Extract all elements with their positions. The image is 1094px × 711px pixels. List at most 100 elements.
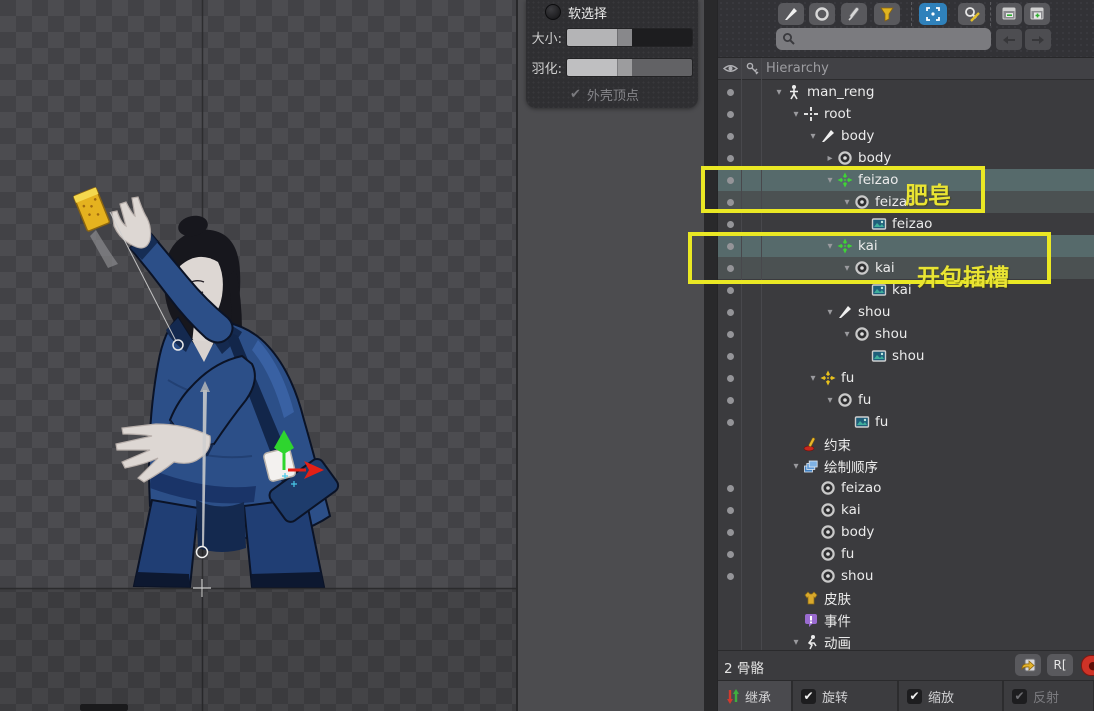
circle-select-tool-button[interactable] bbox=[809, 3, 835, 25]
checkbox[interactable]: ✔ bbox=[801, 689, 816, 704]
expand-arrow[interactable]: ▾ bbox=[823, 395, 837, 406]
feather-label: 羽化: bbox=[526, 58, 562, 77]
column-separator bbox=[761, 58, 762, 650]
below-ground-shade bbox=[0, 589, 518, 711]
inherit-option-2[interactable]: ✔缩放 bbox=[899, 681, 1004, 711]
tree-row-约束[interactable]: 约束 bbox=[718, 433, 1094, 455]
export-icon bbox=[1020, 657, 1037, 673]
tree-row-label: kai bbox=[875, 260, 895, 276]
tree-row-kai[interactable]: ▾kai bbox=[718, 235, 1094, 257]
expand-arrow[interactable]: ▸ bbox=[823, 153, 837, 164]
tree-row-label: 动画 bbox=[824, 632, 851, 650]
image-icon bbox=[871, 282, 887, 298]
tree-row-feizao[interactable]: ▾feizao bbox=[718, 169, 1094, 191]
filter-tool-button[interactable] bbox=[874, 3, 900, 25]
tree-row-皮肤[interactable]: 皮肤 bbox=[718, 587, 1094, 609]
weights-tool-button[interactable] bbox=[778, 3, 804, 25]
tree-row-fu[interactable]: fu bbox=[718, 543, 1094, 565]
expand-arrow[interactable]: ▾ bbox=[823, 307, 837, 318]
hierarchy-title: Hierarchy bbox=[766, 61, 829, 76]
tree-row-label: fu bbox=[841, 370, 854, 386]
tree-row-label: shou bbox=[841, 568, 873, 584]
expand-arrow[interactable]: ▾ bbox=[840, 329, 854, 340]
tree-row-label: 约束 bbox=[824, 434, 851, 454]
tool-options-area: 软选择 大小: 羽化: ✔ 外壳顶点 bbox=[518, 0, 704, 711]
tree-row-绘制顺序[interactable]: ▾绘制顺序 bbox=[718, 455, 1094, 477]
expand-arrow[interactable]: ▾ bbox=[772, 87, 786, 98]
tree-row-事件[interactable]: 事件 bbox=[718, 609, 1094, 631]
tree-row-feizao[interactable]: feizao bbox=[718, 213, 1094, 235]
slot-icon bbox=[854, 326, 870, 342]
toolbar-separator bbox=[911, 2, 912, 26]
soap-attachment[interactable] bbox=[263, 447, 296, 482]
expand-arrow[interactable]: ▾ bbox=[789, 109, 803, 120]
collapse-all-button[interactable] bbox=[996, 3, 1022, 25]
skeleton-icon bbox=[786, 84, 802, 100]
expand-arrow[interactable]: ▾ bbox=[789, 461, 803, 472]
tree-row-fu[interactable]: ▾ fu bbox=[718, 367, 1094, 389]
center-selection-button[interactable] bbox=[919, 3, 947, 25]
nav-forward-button[interactable] bbox=[1025, 29, 1051, 50]
bone-icon bbox=[837, 304, 853, 320]
tree-row-fu[interactable]: fu bbox=[718, 411, 1094, 433]
tree-row-kai[interactable]: kai bbox=[718, 279, 1094, 301]
pin-tool-button[interactable] bbox=[841, 3, 867, 25]
expand-arrow[interactable]: ▾ bbox=[789, 637, 803, 648]
bone-point-green-icon bbox=[837, 238, 853, 254]
export-button[interactable] bbox=[1015, 654, 1041, 676]
size-slider[interactable] bbox=[566, 28, 693, 47]
tree-row-label: feizao bbox=[841, 480, 881, 496]
tree-row-body[interactable]: ▾ body bbox=[718, 125, 1094, 147]
tree-row-feizao[interactable]: feizao bbox=[718, 477, 1094, 499]
tree-row-feizao[interactable]: ▾ feizao bbox=[718, 191, 1094, 213]
inherit-menu-button[interactable]: 继承 bbox=[718, 681, 793, 711]
expand-arrow[interactable]: ▾ bbox=[806, 131, 820, 142]
expand-arrow[interactable]: ▾ bbox=[823, 175, 837, 186]
hull-vertices-checkbox[interactable]: ✔ bbox=[570, 87, 581, 102]
soft-select-toggle[interactable] bbox=[545, 4, 561, 20]
expand-arrow[interactable]: ▾ bbox=[840, 197, 854, 208]
tree-row-shou[interactable]: ▾shou bbox=[718, 301, 1094, 323]
checkbox[interactable]: ✔ bbox=[907, 689, 922, 704]
tree-row-label: feizao bbox=[875, 194, 915, 210]
tree-row-kai[interactable]: ▾ kai bbox=[718, 257, 1094, 279]
slot-icon bbox=[820, 502, 836, 518]
rename-button[interactable]: R[ bbox=[1047, 654, 1073, 676]
tree-row-fu[interactable]: ▾fu bbox=[718, 389, 1094, 411]
expand-arrow[interactable]: ▾ bbox=[806, 373, 820, 384]
tree-row-shou[interactable]: shou bbox=[718, 565, 1094, 587]
slot-icon bbox=[820, 524, 836, 540]
size-slider-handle[interactable] bbox=[617, 29, 632, 46]
lock-column-key-icon[interactable] bbox=[746, 62, 759, 76]
column-separator bbox=[741, 58, 742, 650]
search-input[interactable] bbox=[776, 28, 991, 50]
soft-select-panel: 软选择 大小: 羽化: ✔ 外壳顶点 bbox=[526, 0, 698, 108]
hierarchy-tree: ▾man_reng▾root▾body▸body▾feizao▾feizaofe… bbox=[718, 81, 1094, 650]
tree-row-body[interactable]: body bbox=[718, 521, 1094, 543]
tree-row-动画[interactable]: ▾ 动画 bbox=[718, 631, 1094, 650]
constraint-icon bbox=[803, 436, 819, 452]
checkbox: ✔ bbox=[1012, 689, 1027, 704]
find-edit-button[interactable] bbox=[958, 3, 985, 25]
inherit-option-1[interactable]: ✔旋转 bbox=[793, 681, 899, 711]
tree-row-root[interactable]: ▾root bbox=[718, 103, 1094, 125]
window-plus-icon bbox=[1028, 5, 1046, 23]
feather-slider-handle[interactable] bbox=[617, 59, 632, 76]
hierarchy-toolbar bbox=[718, 0, 1094, 58]
viewport-canvas[interactable] bbox=[0, 0, 518, 711]
record-button[interactable]: ● bbox=[1081, 655, 1094, 676]
nav-back-button[interactable] bbox=[996, 29, 1022, 50]
hierarchy-header: Hierarchy bbox=[718, 58, 1094, 80]
expand-arrow[interactable]: ▾ bbox=[840, 263, 854, 274]
tree-row-body[interactable]: ▸ body bbox=[718, 147, 1094, 169]
tree-row-label: body bbox=[858, 150, 891, 166]
tree-row-shou[interactable]: shou bbox=[718, 345, 1094, 367]
expand-all-button[interactable] bbox=[1024, 3, 1050, 25]
tree-row-label: body bbox=[841, 128, 874, 144]
tree-row-shou[interactable]: ▾shou bbox=[718, 323, 1094, 345]
tree-row-kai[interactable]: kai bbox=[718, 499, 1094, 521]
expand-arrow[interactable]: ▾ bbox=[823, 241, 837, 252]
visibility-column-eye-icon[interactable] bbox=[723, 62, 738, 75]
tree-row-man_reng[interactable]: ▾man_reng bbox=[718, 81, 1094, 103]
feather-slider[interactable] bbox=[566, 58, 693, 77]
